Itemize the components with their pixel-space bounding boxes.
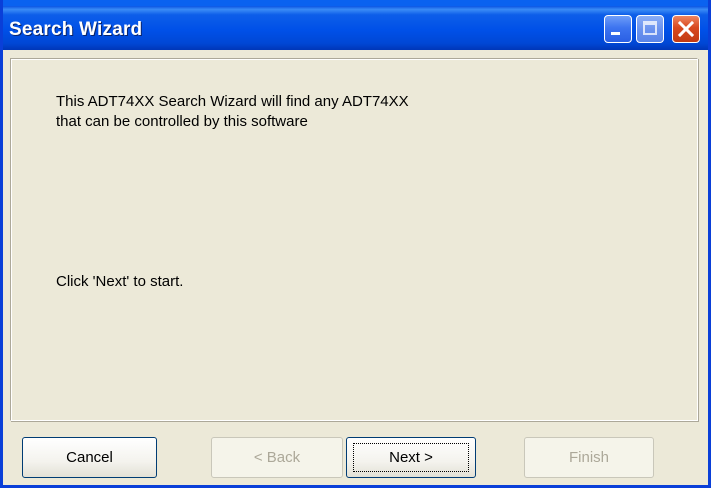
maximize-button	[636, 15, 664, 43]
finish-button: Finish	[524, 437, 654, 478]
minimize-icon	[611, 32, 620, 35]
close-button[interactable]	[672, 15, 700, 43]
start-instruction: Click 'Next' to start.	[56, 273, 184, 290]
search-wizard-window: Search Wizard This ADT74XX Search Wizard…	[0, 0, 711, 488]
cancel-button[interactable]: Cancel	[22, 437, 157, 478]
back-button: < Back	[211, 437, 343, 478]
close-icon	[677, 20, 695, 38]
next-button[interactable]: Next >	[346, 437, 476, 478]
maximize-icon	[643, 21, 657, 35]
title-bar[interactable]: Search Wizard	[3, 0, 708, 50]
next-button-label: Next >	[389, 449, 433, 466]
intro-text: This ADT74XX Search Wizard will find any…	[56, 93, 409, 130]
window-title: Search Wizard	[9, 19, 143, 40]
wizard-content-panel: This ADT74XX Search Wizard will find any…	[10, 58, 698, 421]
minimize-button[interactable]	[604, 15, 632, 43]
